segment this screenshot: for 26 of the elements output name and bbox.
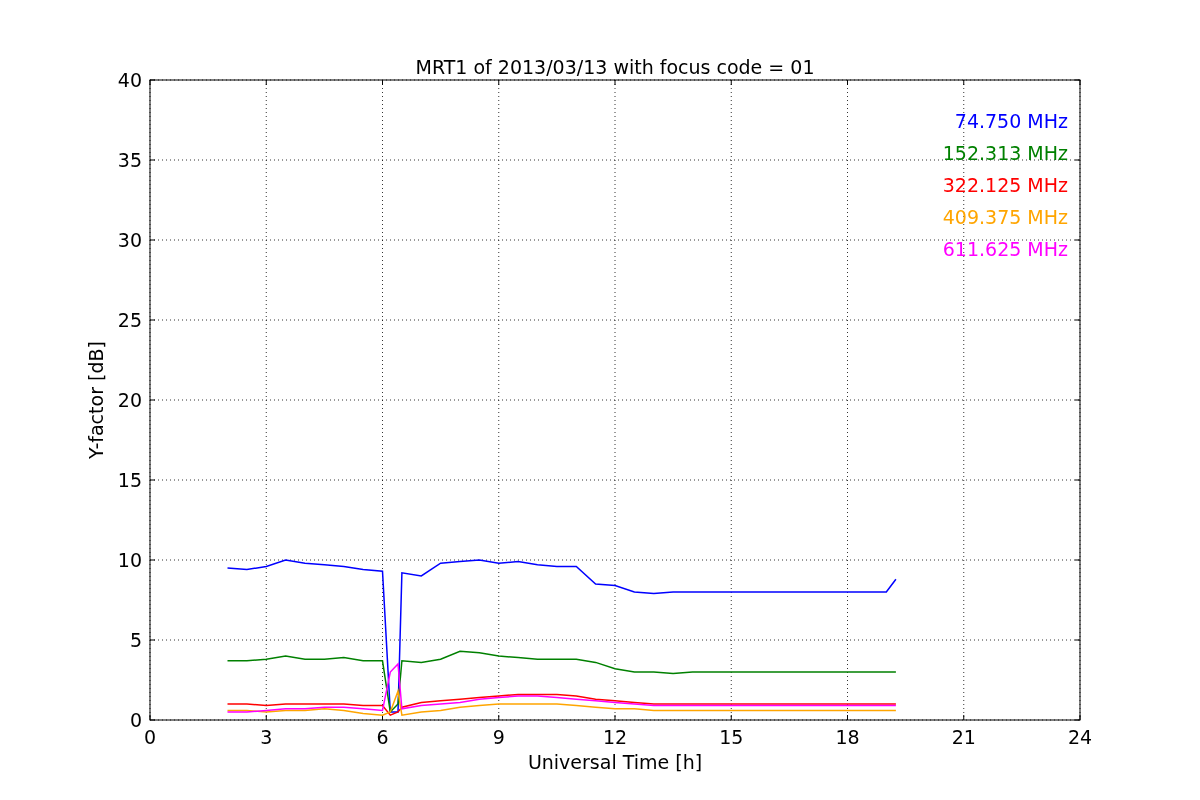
y-tick-label: 40: [117, 69, 142, 91]
y-tick-label: 5: [129, 629, 142, 651]
y-tick-label: 25: [117, 309, 142, 331]
x-tick-label: 21: [951, 726, 976, 748]
x-tick-label: 9: [492, 726, 505, 748]
x-tick-label: 24: [1067, 726, 1093, 748]
y-tick-label: 20: [117, 389, 142, 411]
y-tick-label: 10: [117, 549, 142, 571]
y-tick-label: 35: [117, 149, 142, 171]
legend-label: 152.313 MHz: [942, 142, 1068, 164]
legend-label: 409.375 MHz: [942, 206, 1068, 228]
x-tick-label: 18: [835, 726, 860, 748]
x-axis-label: Universal Time [h]: [527, 751, 703, 773]
x-tick-label: 0: [143, 726, 157, 748]
y-tick-label: 0: [129, 709, 142, 731]
y-tick-label: 15: [117, 469, 142, 491]
legend-label: 611.625 MHz: [942, 238, 1068, 260]
y-tick-label: 30: [117, 229, 142, 251]
chart-title: MRT1 of 2013/03/13 with focus code = 01: [415, 56, 815, 78]
x-tick-label: 12: [602, 726, 628, 748]
y-axis-label: Y-factor [dB]: [85, 341, 107, 459]
x-tick-label: 3: [260, 726, 273, 748]
legend-label: 74.750 MHz: [954, 110, 1068, 132]
legend-label: 322.125 MHz: [942, 174, 1068, 196]
x-tick-label: 6: [376, 726, 389, 748]
x-tick-label: 15: [719, 726, 744, 748]
